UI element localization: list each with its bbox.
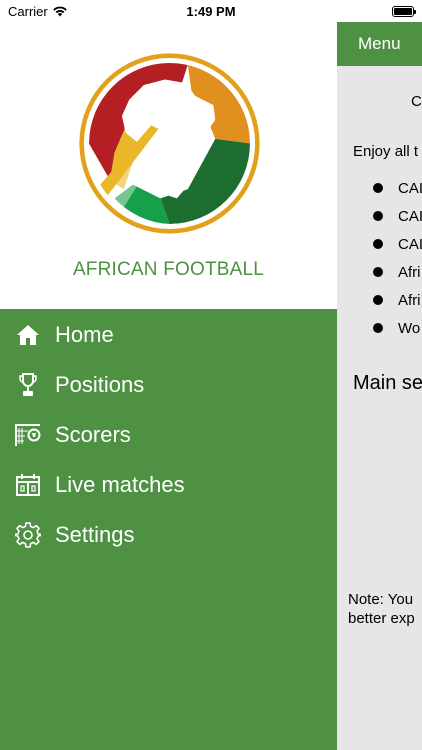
menu-label-home: Home	[55, 322, 114, 347]
home-icon	[14, 321, 42, 349]
bullet-4	[373, 267, 383, 277]
menu-label-positions: Positions	[55, 372, 145, 397]
menu-item-settings[interactable]: Settings	[0, 512, 337, 558]
main-header: Menu	[337, 22, 422, 66]
menu-label-settings: Settings	[55, 522, 135, 547]
brand-title: AFRICAN FOOTBALL	[72, 259, 265, 280]
goal-icon	[14, 421, 42, 449]
menu-item-live-matches[interactable]: Live matches	[0, 462, 337, 508]
menu-item-home[interactable]: Home	[0, 312, 337, 358]
menu-label-scorers: Scorers	[55, 422, 131, 447]
list-item-4: Afri	[398, 264, 421, 281]
main-content: Menu C Enjoy all t CAI CAI CAI Afri Afri…	[337, 0, 422, 750]
battery-icon	[392, 5, 416, 17]
bullet-1	[373, 183, 383, 193]
gear-icon	[14, 521, 42, 549]
main-line-2: Enjoy all t	[353, 143, 419, 160]
list-item-3: CAI	[398, 236, 422, 253]
bullet-3	[373, 239, 383, 249]
menu-item-positions[interactable]: Positions	[0, 362, 337, 408]
status-time: 1:49 PM	[186, 3, 236, 19]
section-title: Main se	[353, 372, 422, 394]
status-bar: Carrier 1:49 PM	[0, 0, 422, 22]
menu-button[interactable]: Menu	[358, 34, 401, 54]
list-item-1: CAI	[398, 180, 422, 197]
bullet-6	[373, 323, 383, 333]
drawer-header: AFRICAN FOOTBALL	[0, 0, 337, 309]
scoreboard-icon	[14, 471, 42, 499]
main-line-1: C	[411, 93, 422, 110]
bullet-5	[373, 295, 383, 305]
menu-item-scorers[interactable]: Scorers	[0, 412, 337, 458]
list-item-2: CAI	[398, 208, 422, 225]
menu-label-live-matches: Live matches	[55, 472, 185, 497]
african-football-logo	[79, 53, 260, 234]
bullet-2	[373, 211, 383, 221]
note-line-2: better exp	[348, 610, 415, 627]
list-item-5: Afri	[398, 292, 421, 309]
side-drawer: AFRICAN FOOTBALL Home Positions Scorers …	[0, 0, 337, 750]
note-line-1: Note: You	[348, 591, 414, 608]
list-item-6: Wo	[398, 320, 421, 337]
trophy-icon	[14, 371, 42, 399]
